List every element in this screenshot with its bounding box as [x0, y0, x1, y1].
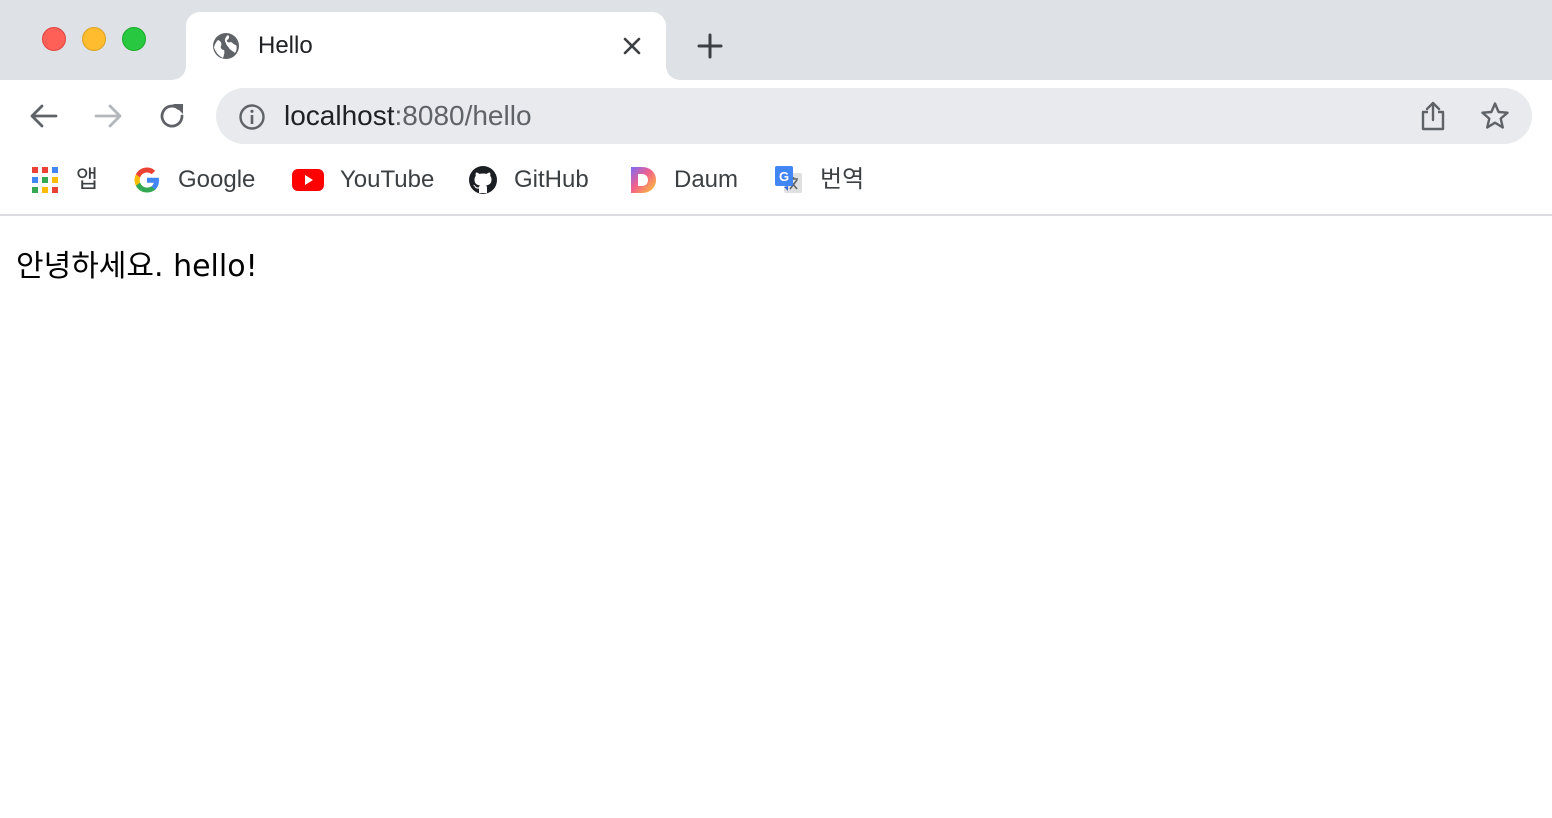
- url-path: :8080/hello: [394, 100, 532, 131]
- url-text[interactable]: localhost:8080/hello: [284, 101, 532, 131]
- bookmark-label: GitHub: [514, 166, 589, 193]
- tab-strip: Hello: [0, 0, 1552, 80]
- bookmark-label: YouTube: [340, 166, 435, 193]
- window-close-button[interactable]: [42, 27, 66, 51]
- new-tab-plus-icon[interactable]: [694, 30, 726, 62]
- bookmark-label: 번역: [820, 166, 865, 193]
- page-greeting-text: 안녕하세요. hello!: [16, 249, 258, 284]
- back-arrow-icon[interactable]: [28, 100, 60, 132]
- info-icon[interactable]: [238, 103, 266, 131]
- github-icon: [469, 166, 497, 194]
- svg-text:G: G: [779, 169, 789, 184]
- daum-icon: [631, 167, 656, 193]
- url-host: localhost: [284, 100, 395, 131]
- google-icon: [134, 167, 159, 193]
- bookmark-youtube[interactable]: YouTube: [292, 164, 434, 196]
- bookmark-star-icon[interactable]: [1480, 101, 1510, 131]
- browser-window: Hello localhost:8080/hello 앱 Google YouT…: [0, 0, 1552, 818]
- close-icon[interactable]: [620, 34, 644, 58]
- bookmark-translate[interactable]: G 번역: [774, 164, 864, 196]
- window-maximize-button[interactable]: [122, 27, 146, 51]
- address-bar[interactable]: localhost:8080/hello: [216, 88, 1532, 144]
- window-minimize-button[interactable]: [82, 27, 106, 51]
- forward-arrow-icon[interactable]: [92, 100, 124, 132]
- translate-icon: G: [775, 166, 802, 193]
- globe-icon: [213, 33, 239, 59]
- bookmark-label: 앱: [76, 166, 99, 193]
- bookmark-apps[interactable]: 앱: [30, 164, 98, 196]
- bookmark-github[interactable]: GitHub: [468, 164, 589, 196]
- reload-icon[interactable]: [156, 100, 188, 132]
- tab-hello[interactable]: Hello: [186, 12, 666, 80]
- bookmark-daum[interactable]: Daum: [628, 164, 738, 196]
- bookmark-google[interactable]: Google: [132, 164, 255, 196]
- bookmark-label: Google: [178, 166, 256, 193]
- bookmark-label: Daum: [674, 166, 739, 193]
- bookmarks-bar: 앱 Google YouTube GitHub Daum G 번역: [0, 152, 1552, 216]
- page-content: 안녕하세요. hello!: [0, 218, 1552, 818]
- toolbar: localhost:8080/hello: [0, 80, 1552, 152]
- share-icon[interactable]: [1418, 100, 1448, 132]
- tab-title: Hello: [258, 32, 313, 59]
- youtube-icon: [292, 169, 324, 191]
- apps-grid-icon: [32, 167, 58, 193]
